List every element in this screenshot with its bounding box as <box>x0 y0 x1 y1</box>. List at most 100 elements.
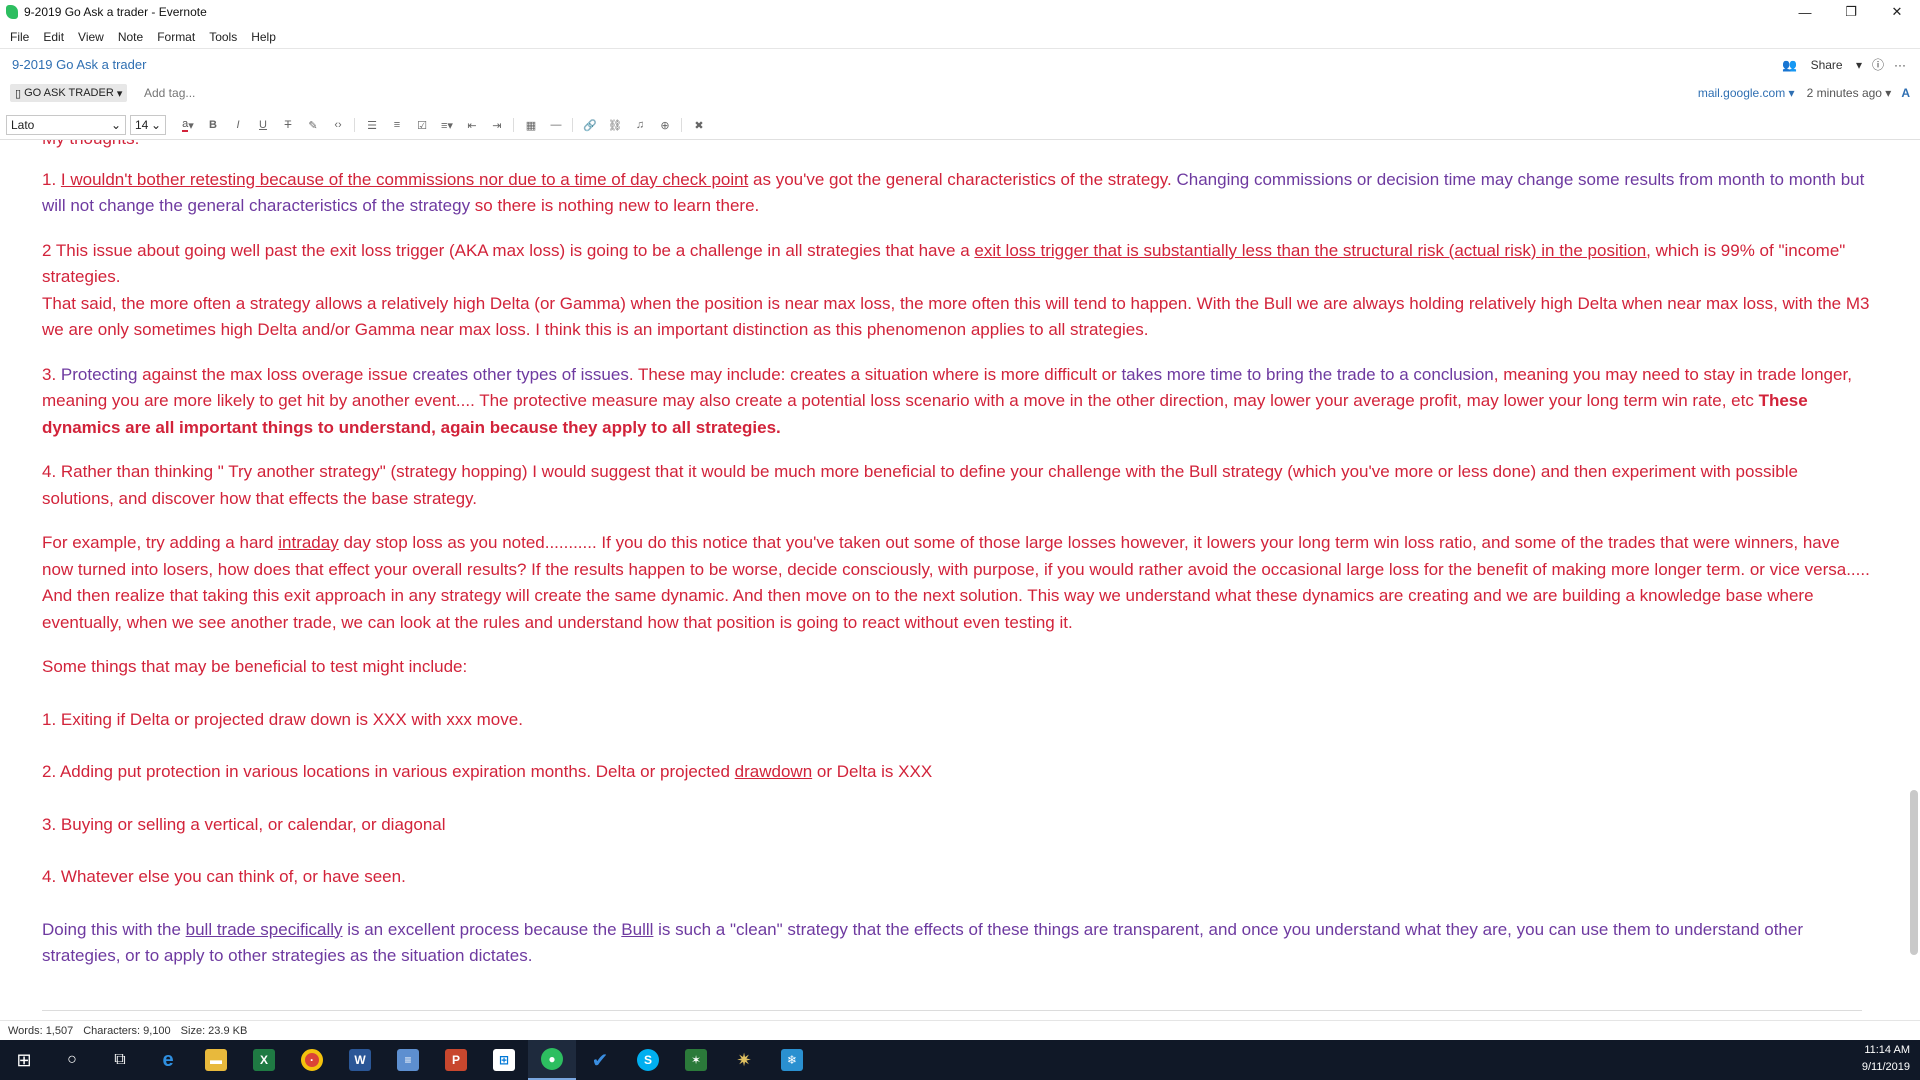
minimize-button[interactable]: — <box>1782 0 1828 24</box>
restore-button[interactable]: ❐ <box>1828 0 1874 24</box>
paragraph-2: 2 This issue about going well past the e… <box>42 238 1872 291</box>
divider <box>0 48 1920 49</box>
text-run: Bulll <box>621 919 654 939</box>
text-run: For example, try adding a hard <box>42 533 279 552</box>
store-icon[interactable]: ⊞ <box>480 1040 528 1080</box>
highlight-icon[interactable]: ✎ <box>301 115 325 135</box>
checkbox-icon[interactable]: ☑ <box>410 115 434 135</box>
chrome-icon[interactable]: · <box>288 1040 336 1080</box>
italic-icon[interactable]: I <box>226 115 250 135</box>
menu-edit[interactable]: Edit <box>43 30 64 44</box>
font-style-icon[interactable]: A <box>1901 86 1910 100</box>
evernote-taskbar-icon[interactable]: ● <box>528 1040 576 1080</box>
share-button[interactable]: 👥 Share ▾ <box>1772 58 1862 72</box>
font-family-value: Lato <box>11 118 35 132</box>
updated-time-dropdown[interactable]: 2 minutes ago ▾ <box>1807 86 1892 100</box>
toolbar-separator <box>354 118 355 132</box>
text-run: so there is nothing new to learn there. <box>470 196 760 215</box>
link-icon[interactable]: 🔗 <box>578 115 602 135</box>
more-format-icon[interactable]: ⊕ <box>653 115 677 135</box>
text-run: 2 This issue about going well past the e… <box>42 240 975 260</box>
microphone-icon[interactable]: ♫ <box>628 115 652 135</box>
menu-file[interactable]: File <box>10 30 29 44</box>
paragraph-intro: My thoughts: <box>42 140 1872 153</box>
close-button[interactable]: ✕ <box>1874 0 1920 24</box>
horizontal-rule-icon[interactable]: — <box>544 115 568 135</box>
align-icon[interactable]: ≡▾ <box>435 115 459 135</box>
text-run: 2. Adding put protection in various loca… <box>42 762 735 781</box>
search-icon[interactable]: ○ <box>48 1040 96 1080</box>
source-url-link[interactable]: mail.google.com ▾ <box>1698 86 1795 100</box>
text-run: 1. <box>42 169 61 189</box>
font-size-select[interactable]: 14 ⌄ <box>130 115 166 135</box>
status-bar: Words: 1,507 Characters: 9,100 Size: 23.… <box>0 1020 1920 1040</box>
menu-view[interactable]: View <box>78 30 104 44</box>
list-item-2: 2. Adding put protection in various loca… <box>42 759 1872 786</box>
taskbar: ⊞ ○ ⧉ e ▬ X · W ≡ P ⊞ ● ✔ S ✶ ✷ ❄ <box>0 1040 1920 1080</box>
text-run: or Delta is XXX <box>812 762 933 781</box>
app-icon-green[interactable]: ✶ <box>672 1040 720 1080</box>
clear-format-icon[interactable]: ✖ <box>687 115 711 135</box>
info-icon[interactable]: ⓘ <box>1872 56 1884 73</box>
outdent-icon[interactable]: ⇤ <box>460 115 484 135</box>
todo-icon[interactable]: ✔ <box>576 1040 624 1080</box>
list-item-4: 4. Whatever else you can think of, or ha… <box>42 864 1872 891</box>
system-clock[interactable]: 11:14 AM 9/11/2019 <box>1862 1042 1910 1076</box>
code-icon[interactable]: ‹› <box>326 115 350 135</box>
toolbar-separator <box>681 118 682 132</box>
bullet-list-icon[interactable]: ☰ <box>360 115 384 135</box>
menu-tools[interactable]: Tools <box>209 30 237 44</box>
menu-note[interactable]: Note <box>118 30 143 44</box>
window-controls: — ❐ ✕ <box>1782 0 1920 24</box>
paragraph-3: 3. Protecting against the max loss overa… <box>42 362 1872 442</box>
text-run: Protecting <box>60 364 138 384</box>
share-label: Share <box>1810 57 1843 72</box>
note-content: My thoughts: 1. I wouldn't bother retest… <box>42 140 1872 988</box>
app-icon-snowflake[interactable]: ❄ <box>768 1040 816 1080</box>
note-title[interactable]: 9-2019 Go Ask a trader <box>12 57 146 72</box>
indent-icon[interactable]: ⇥ <box>485 115 509 135</box>
notebook-selector[interactable]: ▯ GO ASK TRADER ▾ <box>10 84 128 102</box>
app-icon-insect[interactable]: ✷ <box>720 1040 768 1080</box>
attachment-icon[interactable]: ⛓ <box>603 115 627 135</box>
text-run: My thoughts: <box>42 140 139 148</box>
file-explorer-icon[interactable]: ▬ <box>192 1040 240 1080</box>
paragraph-2b: That said, the more often a strategy all… <box>42 291 1872 344</box>
table-icon[interactable]: ▦ <box>519 115 543 135</box>
word-icon[interactable]: W <box>336 1040 384 1080</box>
task-view-icon[interactable]: ⧉ <box>96 1040 144 1080</box>
add-tag-input[interactable] <box>144 86 344 100</box>
title-bar: 9-2019 Go Ask a trader - Evernote — ❐ ✕ <box>0 0 1920 24</box>
underline-icon[interactable]: U <box>251 115 275 135</box>
text-run: I wouldn't bother retesting because of t… <box>60 169 749 189</box>
notepad-icon[interactable]: ≡ <box>384 1040 432 1080</box>
text-run: That said, the more often a strategy all… <box>42 293 1870 340</box>
menu-help[interactable]: Help <box>251 30 276 44</box>
edge-icon[interactable]: e <box>144 1040 192 1080</box>
menu-format[interactable]: Format <box>157 30 195 44</box>
list-item-1: 1. Exiting if Delta or projected draw do… <box>42 707 1872 734</box>
text-run: exit loss trigger that is substantially … <box>974 240 1651 260</box>
font-family-select[interactable]: Lato ⌄ <box>6 115 126 135</box>
text-run: intraday <box>278 533 339 552</box>
numbered-list-icon[interactable]: ≡ <box>385 115 409 135</box>
chevron-down-icon: ⌄ <box>110 118 121 132</box>
paragraph-5: For example, try adding a hard intraday … <box>42 530 1872 636</box>
powerpoint-icon[interactable]: P <box>432 1040 480 1080</box>
evernote-icon <box>6 5 18 19</box>
text-run: 3. <box>42 364 61 384</box>
text-run: against the max loss overage issue <box>137 364 413 384</box>
note-editor[interactable]: My thoughts: 1. I wouldn't bother retest… <box>0 140 1900 1018</box>
text-run: creates other types of issues <box>412 364 629 384</box>
chevron-down-icon: ▾ <box>116 87 123 100</box>
vertical-scrollbar[interactable] <box>1906 140 1920 1018</box>
text-color-icon[interactable]: a ▾ <box>176 115 200 135</box>
bold-icon[interactable]: B <box>201 115 225 135</box>
start-icon[interactable]: ⊞ <box>0 1040 48 1080</box>
scrollbar-thumb[interactable] <box>1910 790 1918 955</box>
paragraph-6: Some things that may be beneficial to te… <box>42 654 1872 681</box>
more-icon[interactable]: ··· <box>1894 58 1906 72</box>
excel-icon[interactable]: X <box>240 1040 288 1080</box>
strikethrough-icon[interactable]: T <box>276 115 300 135</box>
skype-icon[interactable]: S <box>624 1040 672 1080</box>
